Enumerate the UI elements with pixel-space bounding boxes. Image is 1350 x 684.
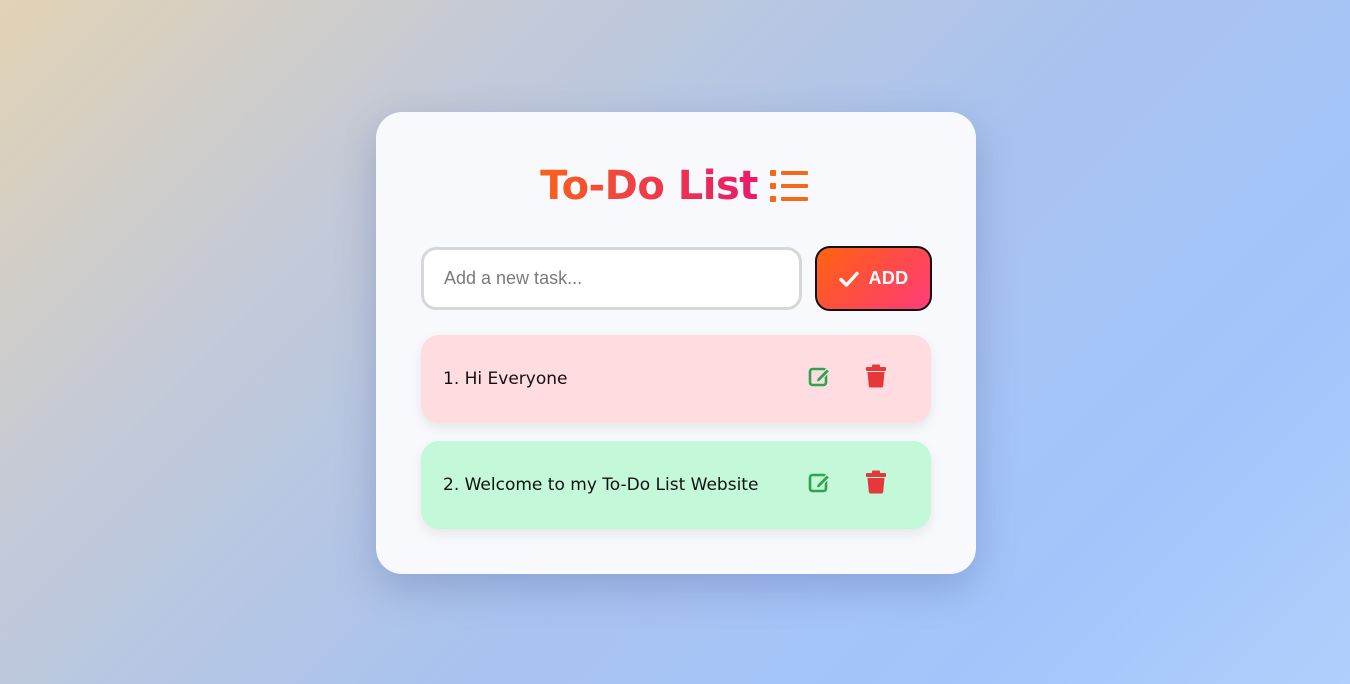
edit-icon[interactable] (805, 361, 835, 391)
page-title: To-Do List (540, 163, 758, 209)
check-icon (838, 271, 859, 287)
task-text: 2. Welcome to my To-Do List Website (443, 475, 759, 495)
task-item: 1. Hi Everyone (421, 335, 931, 423)
task-item: 2. Welcome to my To-Do List Website (421, 441, 931, 529)
list-icon (768, 169, 810, 203)
trash-icon[interactable] (861, 361, 891, 391)
task-input[interactable] (421, 247, 802, 310)
header: To-Do List (0, 162, 1350, 210)
task-text: 1. Hi Everyone (443, 369, 568, 389)
edit-icon[interactable] (805, 467, 835, 497)
add-button-label: ADD (868, 268, 909, 288)
trash-icon[interactable] (861, 467, 891, 497)
add-button[interactable]: ADD (815, 246, 932, 311)
